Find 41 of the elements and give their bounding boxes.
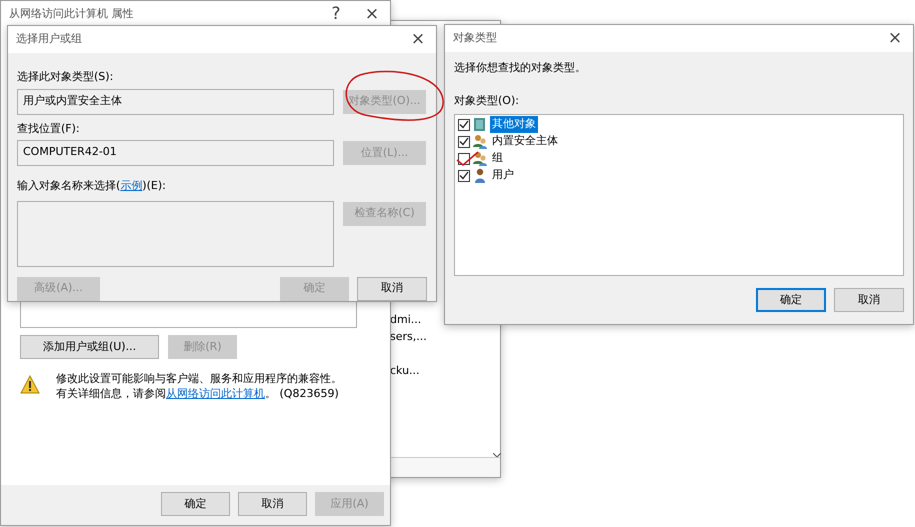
list-item: sers,... [390, 329, 428, 345]
users-icon [472, 151, 488, 166]
field-label: 选择此对象类型(S): [17, 69, 114, 85]
user-icon [472, 168, 488, 183]
checkbox[interactable] [458, 118, 470, 130]
add-button[interactable]: 添加用户或组(U)... [20, 335, 159, 359]
examples-link[interactable]: 示例 [120, 179, 142, 192]
checkbox[interactable] [458, 136, 470, 148]
list-item[interactable]: 用户 [490, 167, 516, 184]
list-item[interactable]: 内置安全主体 [490, 133, 560, 150]
close-button[interactable]: × [354, 6, 390, 23]
help-button[interactable]: ? [318, 6, 354, 23]
list-item[interactable]: 组 [490, 150, 505, 167]
warning-text: 修改此设置可能影响与客户端、服务和应用程序的兼容性。 [56, 371, 342, 386]
checkbox[interactable] [458, 170, 470, 182]
object-type-field[interactable]: 用户或内置安全主体 [17, 88, 334, 114]
field-label: 查找位置(F): [17, 120, 81, 136]
list-label: 对象类型(O): [454, 92, 520, 108]
ok-button[interactable]: 确定 [756, 288, 826, 312]
window-title: 对象类型 [453, 30, 498, 46]
users-icon [472, 134, 488, 149]
list-item: cku... [390, 363, 421, 379]
location-field[interactable]: COMPUTER42-01 [17, 140, 334, 166]
help-link[interactable]: 从网络访问此计算机 [166, 387, 265, 400]
info-text: 有关详细信息，请参阅从网络访问此计算机。 (Q823659) [56, 386, 340, 401]
cancel-button[interactable]: 取消 [238, 492, 307, 516]
close-button[interactable]: × [877, 30, 913, 47]
prompt-text: 选择你想查找的对象类型。 [454, 60, 587, 76]
window-title: 从网络访问此计算机 属性 [9, 6, 134, 22]
names-input[interactable] [17, 200, 334, 266]
cancel-button[interactable]: 取消 [834, 288, 904, 312]
object-icon [472, 117, 488, 132]
list-item[interactable]: 其他对象 [490, 116, 538, 133]
ok-button[interactable]: 确定 [161, 492, 230, 516]
list-item: dmi... [390, 312, 422, 328]
warning-icon [20, 375, 40, 394]
cancel-button[interactable]: 取消 [357, 276, 427, 300]
scroll-down-icon[interactable] [493, 453, 501, 458]
field-label: 输入对象名称来选择(示例)(E): [17, 178, 167, 194]
close-button[interactable]: × [400, 31, 436, 48]
window-title: 选择用户或组 [16, 31, 83, 48]
